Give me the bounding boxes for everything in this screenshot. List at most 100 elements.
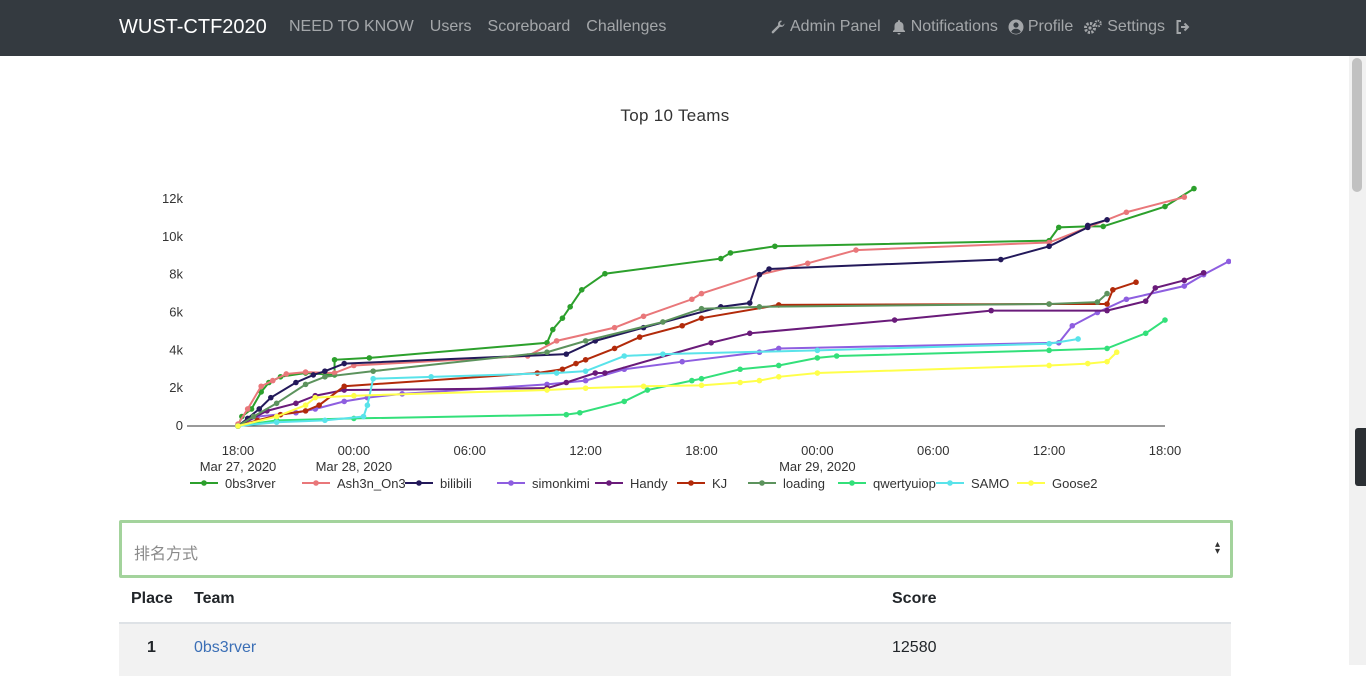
- row-team-link[interactable]: 0bs3rver: [194, 639, 256, 657]
- nav-admin-panel[interactable]: Admin Panel: [770, 18, 881, 36]
- nav-challenges[interactable]: Challenges: [586, 18, 666, 36]
- brand-logo[interactable]: WUST-CTF2020: [119, 16, 267, 39]
- series-point: [1113, 349, 1120, 356]
- legend-marker-0bs3rver: [201, 480, 207, 486]
- series-point: [756, 271, 763, 278]
- series-point: [563, 351, 570, 357]
- nav-notifications[interactable]: Notifications: [891, 18, 998, 36]
- series-point: [563, 411, 570, 418]
- nav-need-to-know[interactable]: NEED TO KNOW: [289, 18, 414, 36]
- series-point: [592, 370, 599, 376]
- series-point: [756, 377, 763, 384]
- legend-label: simonkimi: [532, 476, 590, 491]
- series-point: [293, 400, 299, 407]
- series-point: [577, 409, 583, 416]
- header-score: Score: [892, 590, 937, 607]
- series-point: [1162, 317, 1168, 323]
- nav-settings[interactable]: Settings: [1083, 18, 1165, 36]
- series-point: [1181, 277, 1188, 284]
- user-circle-icon: [1008, 19, 1024, 35]
- series-point: [559, 366, 566, 373]
- series-point: [235, 423, 241, 429]
- series-point: [549, 326, 556, 333]
- series-point: [1110, 287, 1116, 293]
- x-tick-date-label: Mar 27, 2020: [200, 459, 277, 474]
- series-point: [737, 366, 743, 373]
- series-point: [341, 398, 348, 405]
- series-point: [1104, 345, 1110, 352]
- series-point: [698, 290, 705, 297]
- series-point: [1104, 358, 1110, 365]
- nav-profile[interactable]: Profile: [1008, 18, 1073, 36]
- row-score: 12580: [892, 639, 937, 656]
- series-point: [312, 394, 319, 401]
- series-point: [244, 406, 251, 412]
- series-point: [582, 368, 589, 374]
- series-line-simonkimi: [237, 260, 1230, 427]
- nav-logout[interactable]: [1175, 19, 1191, 35]
- series-point: [1152, 285, 1159, 291]
- series-point: [998, 256, 1004, 263]
- series-point: [689, 377, 695, 384]
- series-point: [1100, 223, 1106, 230]
- series-point: [1104, 307, 1110, 314]
- series-point: [756, 304, 763, 310]
- series-point: [988, 307, 994, 314]
- x-tick-label: 00:00: [338, 443, 371, 458]
- series-point: [1104, 217, 1110, 223]
- sign-out-icon: [1175, 19, 1191, 35]
- x-tick-label: 18:00: [222, 443, 255, 458]
- series-point: [621, 398, 628, 405]
- side-widget-tab[interactable]: [1355, 428, 1366, 486]
- series-point: [578, 287, 585, 293]
- y-tick-label: 2k: [169, 380, 183, 395]
- series-point: [582, 338, 589, 344]
- series-point: [563, 379, 570, 386]
- series-point: [766, 266, 772, 272]
- scrollbar-thumb[interactable]: [1352, 58, 1362, 192]
- legend-marker-qwertyuiop: [849, 480, 855, 486]
- series-point: [273, 400, 280, 407]
- legend-marker-KJ: [688, 480, 694, 486]
- series-point: [708, 339, 714, 346]
- series-point: [1046, 340, 1052, 347]
- x-tick-label: 12:00: [569, 443, 602, 458]
- score-graph: 0 2k 4k 6k 8k 10k 12k 18:00 Mar 27, 2020 00:00 Mar…: [119, 90, 1231, 500]
- nav-scoreboard[interactable]: Scoreboard: [488, 18, 571, 36]
- series-point: [804, 260, 811, 267]
- series-point: [567, 304, 573, 310]
- series-point: [258, 383, 264, 390]
- nav-profile-label: Profile: [1027, 18, 1074, 35]
- series-point: [256, 406, 263, 412]
- series-point: [1200, 269, 1207, 276]
- legend-label: Handy: [630, 476, 668, 491]
- series-point: [302, 381, 309, 388]
- nav-users[interactable]: Users: [430, 18, 472, 36]
- series-point: [737, 379, 743, 386]
- series-point: [582, 385, 589, 391]
- series-point: [331, 356, 338, 363]
- series-point: [322, 368, 328, 374]
- user-nav: Admin Panel Notifications Profile Settin…: [770, 18, 1191, 36]
- series-point: [1084, 222, 1091, 229]
- row-place: 1: [147, 639, 156, 656]
- legend-marker-Handy: [606, 480, 612, 486]
- series-point: [573, 360, 579, 367]
- y-tick-label: 8k: [169, 267, 183, 282]
- series-point: [660, 351, 666, 357]
- series-point: [1181, 194, 1188, 200]
- series-point: [366, 355, 373, 361]
- main-nav: NEED TO KNOW Users Scoreboard Challenges: [289, 18, 666, 36]
- series-point: [1142, 330, 1149, 337]
- sort-select[interactable]: 排名方式 ▴ ▾: [119, 520, 1233, 578]
- legend-marker-bilibili: [416, 480, 422, 486]
- series-point: [698, 315, 705, 321]
- x-tick-label: 06:00: [453, 443, 486, 458]
- series-point: [602, 370, 608, 376]
- series-point: [273, 413, 280, 420]
- series-point: [718, 255, 724, 262]
- series-point: [1055, 224, 1062, 231]
- series-point: [772, 243, 778, 250]
- series-point: [351, 392, 357, 399]
- series-point: [660, 319, 666, 325]
